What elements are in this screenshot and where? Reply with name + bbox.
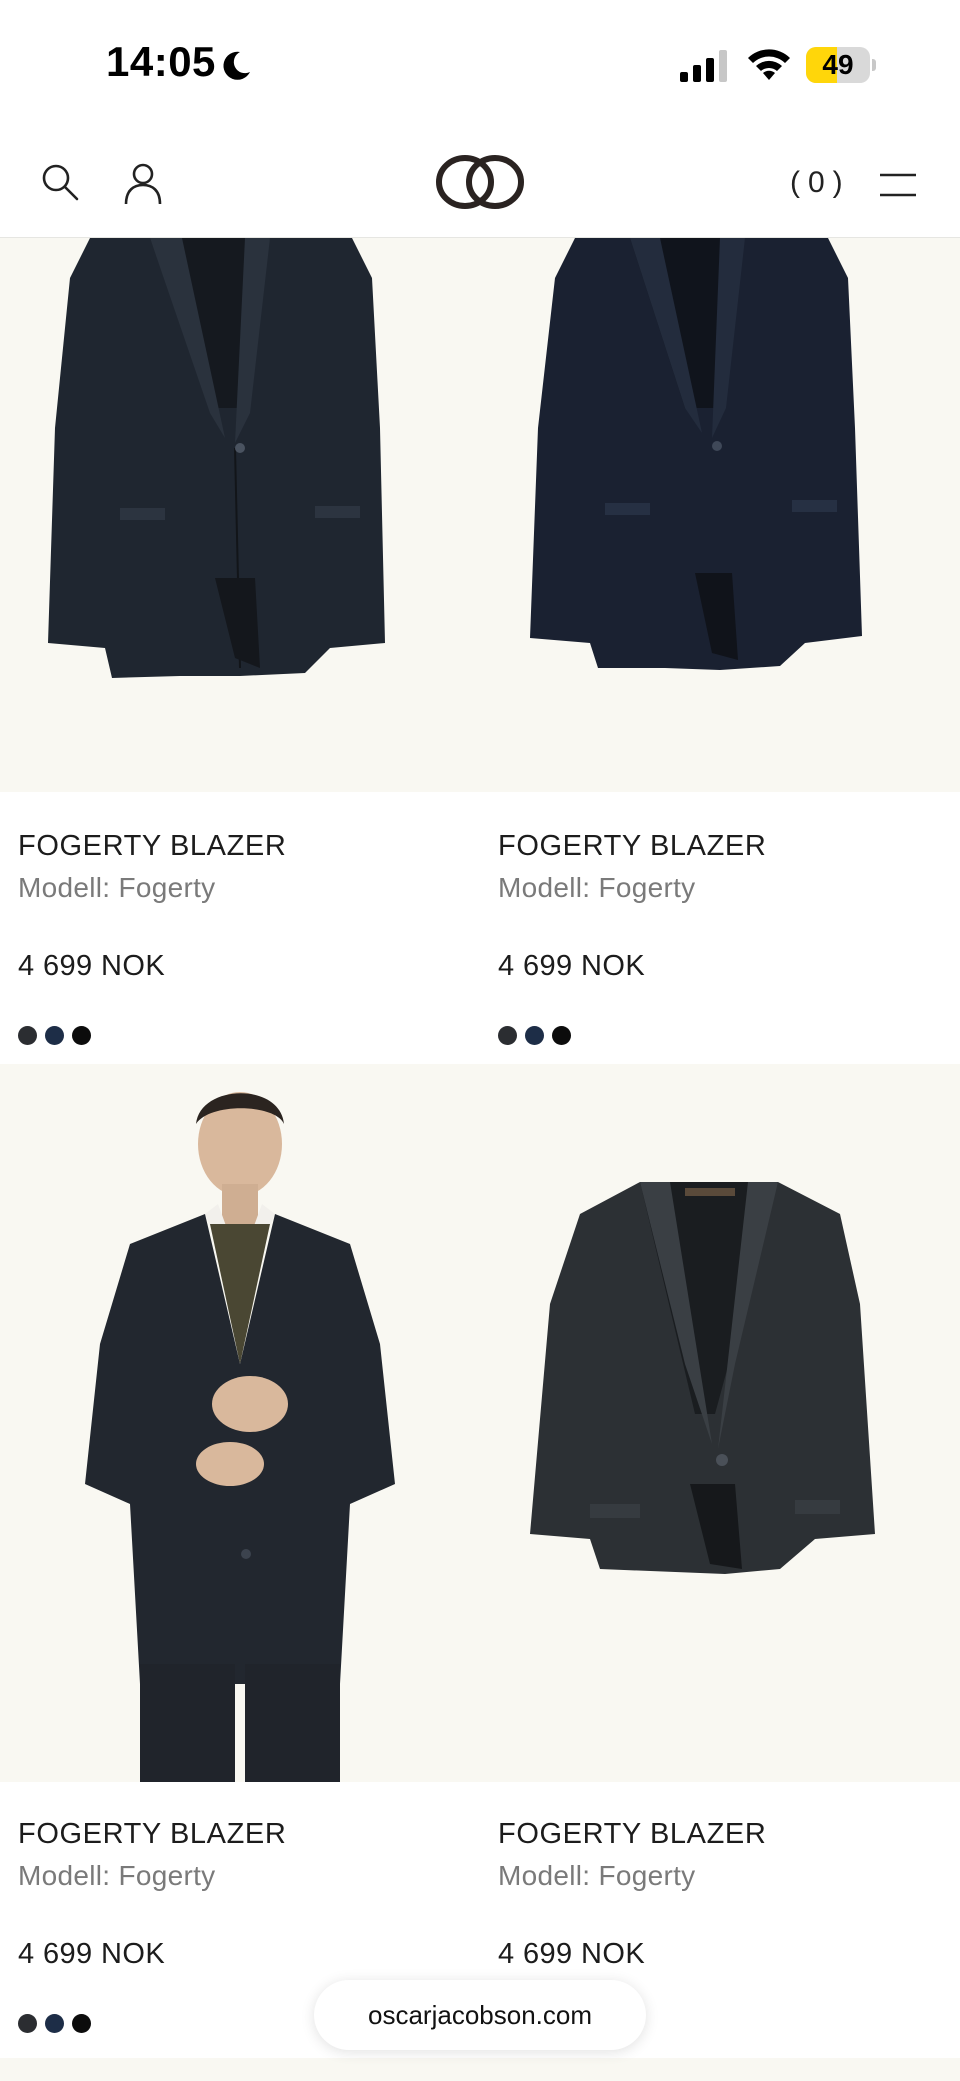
color-swatch[interactable] bbox=[498, 1026, 517, 1045]
search-icon[interactable] bbox=[40, 162, 80, 202]
product-card[interactable]: FOGERTY BLAZER Modell: Fogerty 4 699 NOK bbox=[480, 1064, 960, 2058]
product-model: Modell: Fogerty bbox=[18, 872, 216, 903]
status-bar: 14:05 49 bbox=[0, 0, 960, 130]
product-title[interactable]: FOGERTY BLAZER bbox=[18, 830, 286, 863]
cart-count[interactable]: (0) bbox=[790, 166, 851, 200]
color-swatches bbox=[18, 1026, 91, 1045]
color-swatches bbox=[18, 2014, 91, 2033]
product-price: 4 699 NOK bbox=[498, 1938, 646, 1970]
color-swatch[interactable] bbox=[552, 1026, 571, 1045]
page: 14:05 49 (0) FOGERTY BLAZER Modell: Foge… bbox=[0, 0, 960, 2081]
color-swatch[interactable] bbox=[72, 1026, 91, 1045]
browser-url-bar[interactable]: oscarjacobson.com bbox=[314, 1980, 646, 2050]
color-swatch[interactable] bbox=[72, 2014, 91, 2033]
moon-icon bbox=[223, 51, 250, 80]
product-model: Modell: Fogerty bbox=[498, 1860, 696, 1891]
product-price: 4 699 NOK bbox=[498, 950, 646, 982]
color-swatch[interactable] bbox=[45, 2014, 64, 2033]
account-icon[interactable] bbox=[120, 160, 166, 206]
product-image[interactable] bbox=[0, 238, 480, 792]
color-swatch[interactable] bbox=[45, 1026, 64, 1045]
color-swatch[interactable] bbox=[18, 2014, 37, 2033]
product-image[interactable] bbox=[480, 238, 960, 792]
logo-icon[interactable] bbox=[430, 152, 530, 212]
color-swatches bbox=[498, 1026, 571, 1045]
product-price: 4 699 NOK bbox=[18, 1938, 166, 1970]
status-time: 14:05 bbox=[106, 38, 216, 85]
product-image[interactable] bbox=[0, 1064, 480, 1782]
color-swatch[interactable] bbox=[525, 1026, 544, 1045]
model-wearing-blazer-image bbox=[85, 1092, 395, 1782]
product-card[interactable]: FOGERTY BLAZER Modell: Fogerty 4 699 NOK bbox=[0, 1064, 480, 2058]
blazer-navy-check-image bbox=[48, 238, 385, 678]
product-model: Modell: Fogerty bbox=[18, 1860, 216, 1891]
menu-icon[interactable] bbox=[878, 170, 918, 200]
battery-icon: 49 bbox=[806, 47, 876, 83]
signal-icon bbox=[680, 50, 727, 82]
product-price: 4 699 NOK bbox=[18, 950, 166, 982]
wifi-icon bbox=[748, 49, 790, 80]
product-image[interactable] bbox=[480, 1064, 960, 1782]
product-card[interactable]: FOGERTY BLAZER Modell: Fogerty 4 699 NOK bbox=[0, 238, 480, 1064]
next-row-preview bbox=[0, 2058, 960, 2081]
site-header: (0) bbox=[0, 130, 960, 238]
blazer-charcoal-check-image bbox=[530, 1182, 875, 1574]
product-title[interactable]: FOGERTY BLAZER bbox=[498, 1818, 766, 1851]
product-title[interactable]: FOGERTY BLAZER bbox=[498, 830, 766, 863]
color-swatch[interactable] bbox=[18, 1026, 37, 1045]
product-title[interactable]: FOGERTY BLAZER bbox=[18, 1818, 286, 1851]
product-card[interactable]: FOGERTY BLAZER Modell: Fogerty 4 699 NOK bbox=[480, 238, 960, 1064]
battery-level: 49 bbox=[822, 49, 854, 80]
product-model: Modell: Fogerty bbox=[498, 872, 696, 903]
blazer-navy-image bbox=[530, 238, 862, 670]
